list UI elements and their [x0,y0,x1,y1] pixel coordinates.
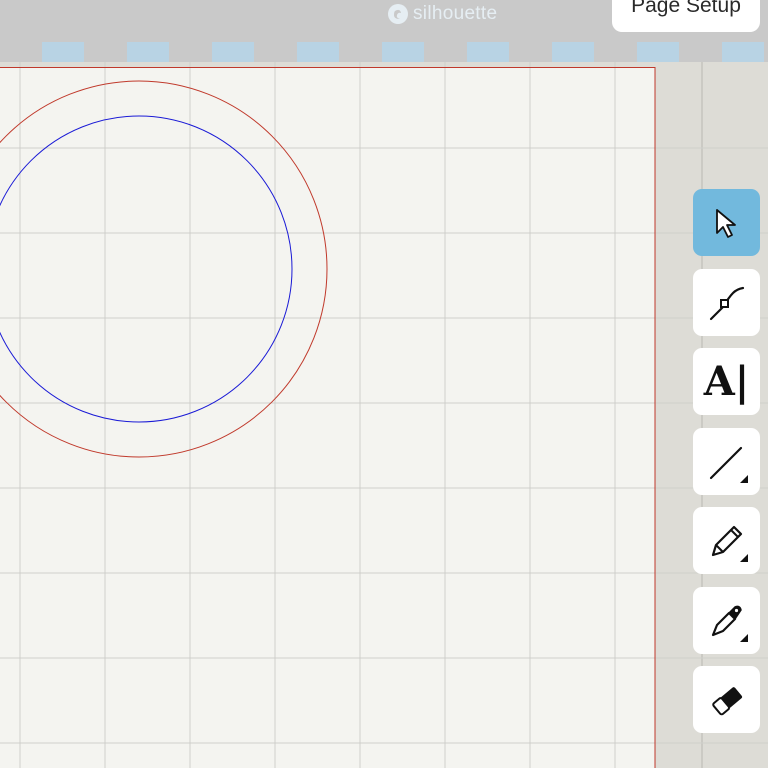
pointer-arrow-icon [715,208,736,238]
select-tool[interactable] [693,189,760,256]
silhouette-logo-icon [388,4,408,24]
ruler-tick [297,42,339,62]
cutting-mat [0,62,768,768]
edit-points-tool[interactable] [693,269,760,336]
edit-points-icon [709,286,744,320]
page-setup-label: Page Setup [631,0,741,17]
text-tool[interactable]: A| [693,348,760,415]
submenu-indicator-icon [740,634,748,642]
ruler-tick [637,42,679,62]
submenu-indicator-icon [740,475,748,483]
text-icon: A| [703,357,750,405]
design-workspace[interactable] [0,62,768,768]
knife-tool[interactable] [693,587,760,654]
eraser-tool[interactable] [693,666,760,733]
mat-surface [0,67,655,768]
ruler-tick [127,42,169,62]
ruler-tick [42,42,84,62]
top-toolbar: silhouette Page Setup [0,0,768,62]
submenu-indicator-icon [740,554,748,562]
eraser-icon [711,686,742,715]
draw-tool[interactable] [693,507,760,574]
ruler-tick [467,42,509,62]
logo-text: silhouette [413,3,498,24]
ruler-tick [212,42,254,62]
ruler-tick [722,42,764,62]
page-setup-button[interactable]: Page Setup [612,0,760,32]
ruler-tick [382,42,424,62]
ruler-tick [552,42,594,62]
line-tool[interactable] [693,428,760,495]
silhouette-logo: silhouette [388,2,497,26]
